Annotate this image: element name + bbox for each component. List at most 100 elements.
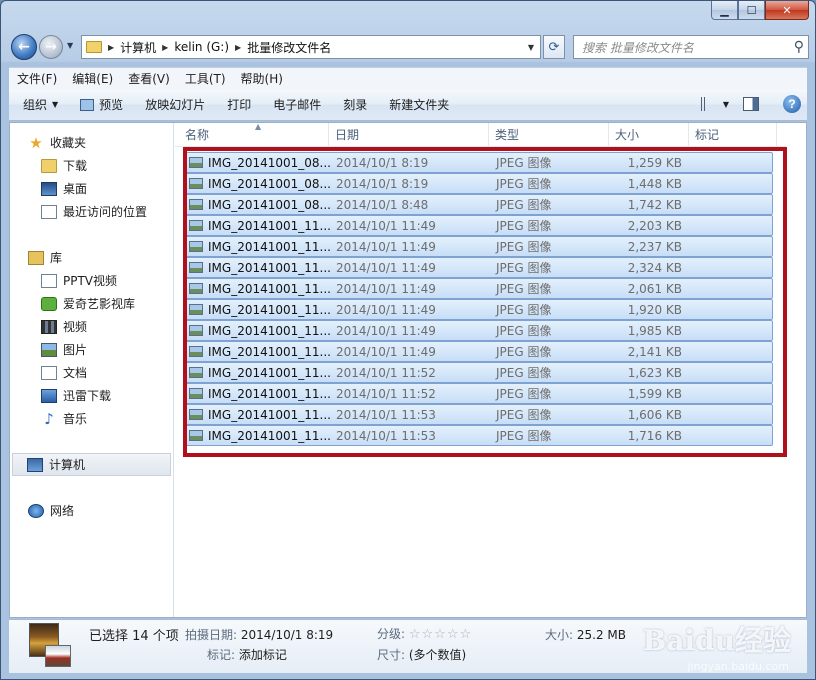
search-icon[interactable]: ⚲ — [794, 39, 804, 55]
nav-computer[interactable]: 计算机 — [12, 453, 171, 476]
column-tags[interactable]: 标记 — [689, 123, 777, 147]
nav-favorites[interactable]: ★ 收藏夹 — [10, 131, 173, 154]
file-name: IMG_20141001_11... — [208, 281, 331, 296]
minimize-button[interactable]: ▁ — [711, 1, 738, 20]
file-type: JPEG 图像 — [496, 324, 552, 338]
search-input[interactable]: 搜索 批量修改文件名 ⚲ — [573, 35, 809, 59]
maximize-button[interactable]: ☐ — [738, 1, 765, 20]
file-row[interactable]: IMG_20141001_11... 2014/10/1 11:49 JPEG 图像… — [183, 320, 773, 341]
file-name: IMG_20141001_08... — [208, 155, 331, 170]
file-row[interactable]: IMG_20141001_08... 2014/10/1 8:19 JPEG 图像 1… — [183, 152, 773, 173]
menu-edit[interactable]: 编辑(E) — [72, 70, 113, 87]
chevron-right-icon[interactable]: ▶ — [162, 43, 168, 52]
slideshow-button[interactable]: 放映幻灯片 — [145, 96, 205, 113]
file-row[interactable]: IMG_20141001_11... 2014/10/1 11:53 JPEG 图像… — [183, 404, 773, 425]
menu-tools[interactable]: 工具(T) — [185, 70, 226, 87]
file-size: 2,061 KB — [627, 281, 682, 296]
nav-downloads[interactable]: 下载 — [10, 154, 173, 177]
address-bar[interactable]: ▶ 计算机 ▶ kelin (G:) ▶ 批量修改文件名 ▼ — [81, 35, 541, 59]
file-name: IMG_20141001_11... — [208, 260, 331, 275]
file-type: JPEG 图像 — [496, 240, 552, 254]
print-button[interactable]: 打印 — [227, 96, 251, 113]
column-type[interactable]: 类型 — [489, 123, 609, 147]
nav-music[interactable]: ♪ 音乐 — [10, 407, 173, 430]
chevron-down-icon[interactable]: ▼ — [723, 100, 729, 109]
file-row[interactable]: IMG_20141001_11... 2014/10/1 11:49 JPEG 图像… — [183, 215, 773, 236]
nav-desktop[interactable]: 桌面 — [10, 177, 173, 200]
file-name: IMG_20141001_11... — [208, 218, 331, 233]
file-row[interactable]: IMG_20141001_08... 2014/10/1 8:48 JPEG 图像 1… — [183, 194, 773, 215]
nav-libraries[interactable]: 库 — [10, 246, 173, 269]
chevron-down-icon: ▼ — [52, 100, 59, 109]
nav-pptv[interactable]: PPTV视频 — [10, 269, 173, 292]
folder-icon — [86, 41, 102, 53]
chevron-right-icon[interactable]: ▶ — [108, 43, 114, 52]
file-row[interactable]: IMG_20141001_11... 2014/10/1 11:52 JPEG 图像… — [183, 383, 773, 404]
file-row[interactable]: IMG_20141001_08... 2014/10/1 8:19 JPEG 图像 1… — [183, 173, 773, 194]
column-size[interactable]: 大小 — [609, 123, 689, 147]
video-library-icon — [41, 273, 57, 288]
file-name: IMG_20141001_11... — [208, 323, 331, 338]
forward-button[interactable]: → — [39, 35, 63, 59]
file-date: 2014/10/1 11:49 — [336, 281, 436, 296]
explorer-window: ▁ ☐ ✕ ← → ▼ ▶ 计算机 ▶ kelin (G:) ▶ 批量修改文件名… — [0, 0, 816, 680]
help-icon[interactable]: ? — [783, 95, 801, 113]
favorites-group: ★ 收藏夹 下载 桌面 最近访问的位置 — [10, 131, 173, 223]
file-row[interactable]: IMG_20141001_11... 2014/10/1 11:49 JPEG 图像… — [183, 299, 773, 320]
address-row: ← → ▼ ▶ 计算机 ▶ kelin (G:) ▶ 批量修改文件名 ▼ ⟳ 搜… — [9, 33, 809, 61]
menu-bar: 文件(F) 编辑(E) 查看(V) 工具(T) 帮助(H) — [9, 67, 807, 89]
nav-network[interactable]: 网络 — [10, 499, 173, 522]
email-button[interactable]: 电子邮件 — [273, 96, 321, 113]
preview-button[interactable]: 预览 — [80, 96, 123, 113]
file-size: 1,742 KB — [627, 197, 682, 212]
organize-button[interactable]: 组织 ▼ — [23, 96, 58, 113]
nav-pictures[interactable]: 图片 — [10, 338, 173, 361]
address-dropdown-icon[interactable]: ▼ — [522, 36, 540, 58]
nav-thunder-label: 迅雷下载 — [63, 389, 112, 403]
file-date: 2014/10/1 11:52 — [336, 365, 436, 380]
menu-file[interactable]: 文件(F) — [17, 70, 57, 87]
file-row[interactable]: IMG_20141001_11... 2014/10/1 11:49 JPEG 图像… — [183, 257, 773, 278]
file-row[interactable]: IMG_20141001_11... 2014/10/1 11:52 JPEG 图像… — [183, 362, 773, 383]
close-button[interactable]: ✕ — [765, 1, 809, 20]
breadcrumb-drive[interactable]: kelin (G:) — [174, 40, 229, 54]
nav-videos[interactable]: 视频 — [10, 315, 173, 338]
breadcrumb-computer[interactable]: 计算机 — [120, 39, 156, 56]
file-row[interactable]: IMG_20141001_11... 2014/10/1 11:53 JPEG 图像… — [183, 425, 773, 446]
rating-stars[interactable]: ☆☆☆☆☆ — [409, 627, 472, 642]
jpeg-file-icon — [189, 262, 203, 273]
column-date[interactable]: 日期 — [329, 123, 489, 147]
nav-recent-places[interactable]: 最近访问的位置 — [10, 200, 173, 223]
jpeg-file-icon — [189, 157, 203, 168]
file-row[interactable]: IMG_20141001_11... 2014/10/1 11:49 JPEG 图像… — [183, 341, 773, 362]
file-row[interactable]: IMG_20141001_11... 2014/10/1 11:49 JPEG 图像… — [183, 278, 773, 299]
file-type: JPEG 图像 — [496, 198, 552, 212]
date-taken-value: 2014/10/1 8:19 — [240, 628, 334, 642]
file-size: 2,324 KB — [627, 260, 682, 275]
file-date: 2014/10/1 11:53 — [336, 407, 436, 422]
file-name: IMG_20141001_11... — [208, 428, 331, 443]
tags-value[interactable]: 添加标记 — [239, 648, 287, 662]
file-row[interactable]: IMG_20141001_11... 2014/10/1 11:49 JPEG 图像… — [183, 236, 773, 257]
menu-help[interactable]: 帮助(H) — [241, 70, 283, 87]
file-date: 2014/10/1 11:49 — [336, 260, 436, 275]
recent-pages-dropdown[interactable]: ▼ — [67, 41, 73, 50]
change-view-icon[interactable] — [700, 97, 717, 111]
nav-thunder[interactable]: 迅雷下载 — [10, 384, 173, 407]
chevron-right-icon[interactable]: ▶ — [235, 43, 241, 52]
column-name[interactable]: ▲ 名称 — [179, 122, 329, 147]
preview-pane-icon[interactable] — [743, 97, 759, 111]
back-button[interactable]: ← — [11, 34, 37, 60]
desktop-icon — [41, 181, 57, 196]
new-folder-button[interactable]: 新建文件夹 — [389, 96, 449, 113]
caption-buttons: ▁ ☐ ✕ — [711, 1, 809, 21]
refresh-button[interactable]: ⟳ — [543, 35, 565, 59]
column-size-label: 大小 — [615, 128, 640, 142]
burn-button[interactable]: 刻录 — [343, 96, 367, 113]
breadcrumb-folder[interactable]: 批量修改文件名 — [247, 39, 331, 56]
nav-iqiyi[interactable]: 爱奇艺影视库 — [10, 292, 173, 315]
menu-view[interactable]: 查看(V) — [128, 70, 170, 87]
file-name: IMG_20141001_08... — [208, 197, 331, 212]
nav-documents[interactable]: 文档 — [10, 361, 173, 384]
organize-label: 组织 — [23, 98, 48, 112]
